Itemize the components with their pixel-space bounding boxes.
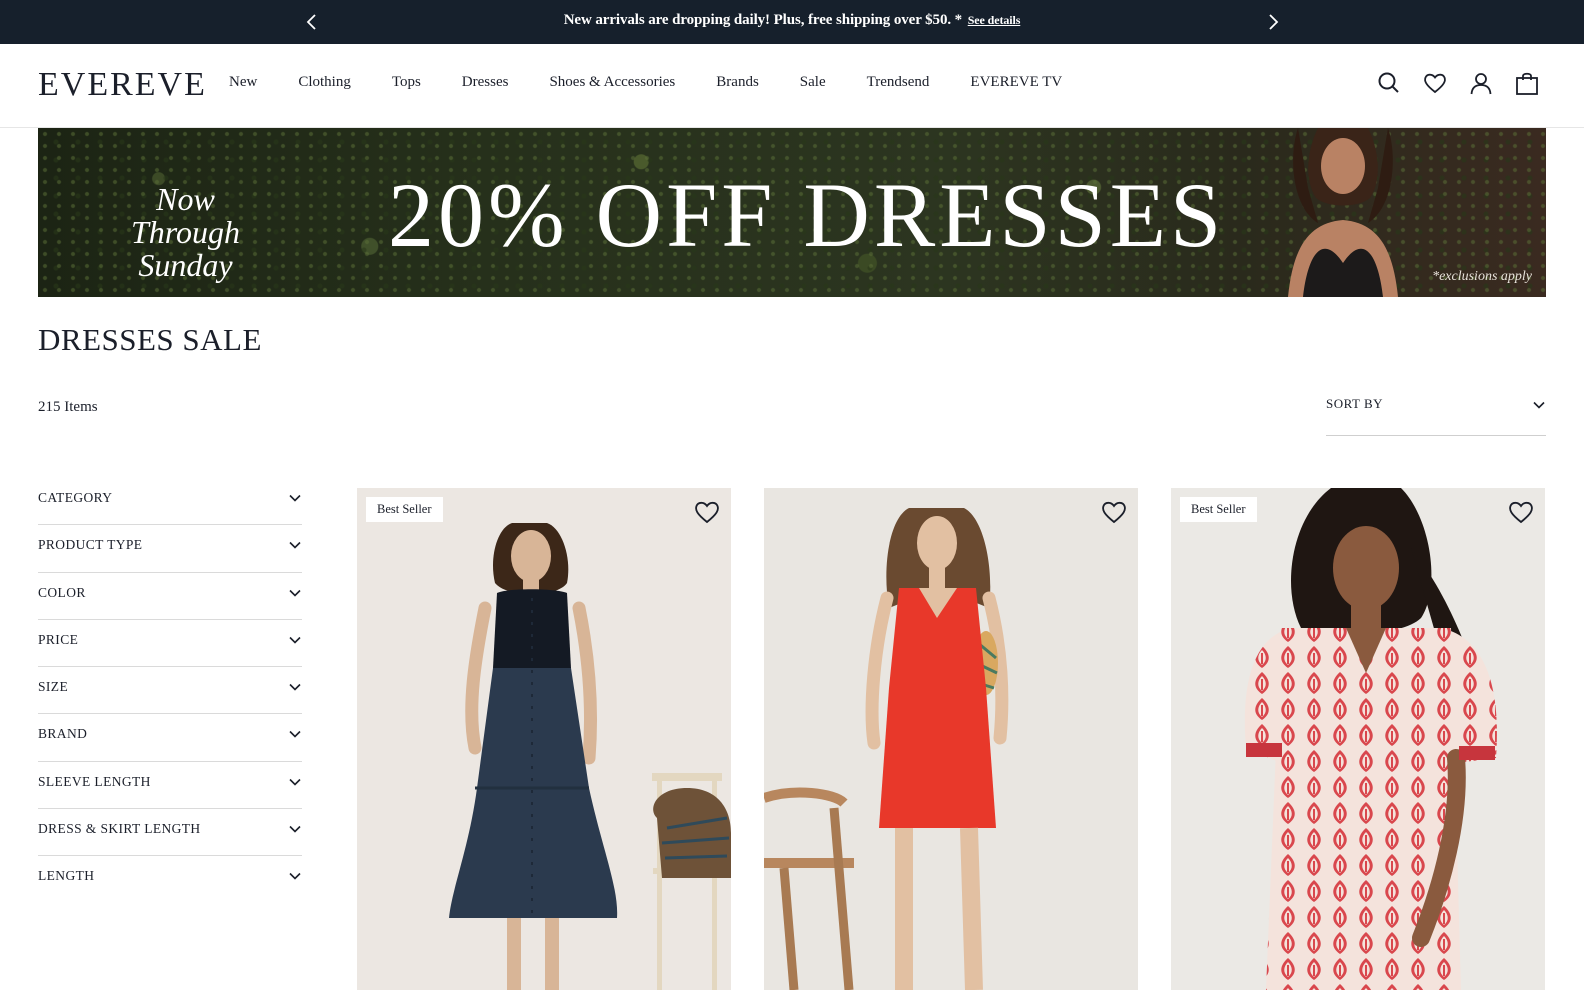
nav-item-shoes-accessories[interactable]: Shoes & Accessories (549, 74, 675, 91)
chevron-down-icon (289, 873, 301, 881)
nav-item-tops[interactable]: Tops (392, 74, 421, 91)
main-nav: New Clothing Tops Dresses Shoes & Access… (229, 74, 1103, 91)
filter-label: BRAND (38, 726, 88, 742)
search-icon[interactable] (1376, 70, 1402, 96)
wishlist-heart-icon[interactable] (693, 498, 721, 526)
filter-sleeve-length[interactable]: SLEEVE LENGTH (38, 762, 302, 810)
chevron-down-icon (289, 589, 301, 597)
filter-price[interactable]: PRICE (38, 620, 302, 668)
filter-color[interactable]: COLOR (38, 573, 302, 620)
page-title: DRESSES SALE (38, 322, 262, 357)
filter-label: SLEEVE LENGTH (38, 773, 151, 789)
banner-headline: 20% OFF DRESSES (388, 164, 1226, 266)
chevron-down-icon (289, 636, 301, 644)
filter-label: PRODUCT TYPE (38, 537, 143, 553)
filter-brand[interactable]: BRAND (38, 714, 302, 762)
banner-tagline-line2: Sunday (138, 247, 233, 283)
heart-icon[interactable] (1422, 70, 1448, 96)
promo-banner[interactable]: Now Through Sunday 20% OFF DRESSES *excl… (38, 128, 1546, 297)
chevron-down-icon (289, 778, 301, 786)
header-icons (1376, 70, 1540, 96)
chevron-down-icon (289, 731, 301, 739)
account-icon[interactable] (1468, 70, 1494, 96)
nav-item-brands[interactable]: Brands (716, 74, 759, 91)
nav-item-dresses[interactable]: Dresses (462, 74, 509, 91)
chevron-right-icon[interactable] (1263, 12, 1283, 32)
chevron-down-icon (289, 826, 301, 833)
nav-item-evereve-tv[interactable]: EVEREVE TV (970, 74, 1062, 91)
nav-item-trendsend[interactable]: Trendsend (867, 74, 930, 91)
announcement-message: New arrivals are dropping daily! Plus, f… (0, 12, 1584, 29)
filter-dress-skirt-length[interactable]: DRESS & SKIRT LENGTH (38, 809, 302, 857)
chevron-down-icon (289, 684, 301, 691)
nav-item-new[interactable]: New (229, 74, 257, 91)
sort-label: SORT BY (1326, 396, 1384, 411)
filter-category[interactable]: CATEGORY (38, 478, 302, 526)
sort-dropdown[interactable]: SORT BY (1326, 396, 1546, 436)
product-card[interactable]: Best Seller (357, 488, 731, 990)
banner-tagline-line1: Now Through (130, 181, 241, 250)
wishlist-heart-icon[interactable] (1100, 498, 1128, 526)
filter-size[interactable]: SIZE (38, 667, 302, 715)
chevron-down-icon (289, 542, 301, 549)
filter-label: LENGTH (38, 868, 95, 884)
logo[interactable]: EVEREVE (38, 66, 207, 104)
filter-label: SIZE (38, 679, 69, 695)
chevron-down-icon (289, 494, 301, 502)
bag-icon[interactable] (1514, 70, 1540, 96)
announcement-text: New arrivals are dropping daily! Plus, f… (563, 12, 963, 28)
banner-exclusions-note: *exclusions apply (1432, 269, 1532, 284)
announcement-bar: New arrivals are dropping daily! Plus, f… (0, 0, 1584, 44)
filter-length[interactable]: LENGTH (38, 856, 302, 903)
product-card[interactable] (764, 488, 1138, 990)
filter-product-type[interactable]: PRODUCT TYPE (38, 525, 302, 573)
banner-model-image (1288, 128, 1398, 297)
filter-label: COLOR (38, 584, 86, 600)
item-count: 215 Items (38, 399, 98, 415)
filter-sidebar: CATEGORY PRODUCT TYPE COLOR PRICE SIZE B… (38, 478, 302, 904)
nav-item-clothing[interactable]: Clothing (298, 74, 351, 91)
filter-label: CATEGORY (38, 490, 113, 505)
filter-label: DRESS & SKIRT LENGTH (38, 821, 201, 837)
product-image (764, 488, 1138, 990)
chevron-down-icon (1533, 401, 1545, 409)
product-card[interactable]: Best Seller (1171, 488, 1545, 990)
nav-item-sale[interactable]: Sale (800, 74, 826, 91)
best-seller-badge: Best Seller (1180, 497, 1257, 522)
site-header: EVEREVE New Clothing Tops Dresses Shoes … (0, 44, 1584, 128)
product-image (357, 488, 731, 990)
banner-tagline: Now Through Sunday (98, 183, 273, 282)
see-details-link[interactable]: See details (968, 13, 1021, 27)
product-image (1171, 488, 1545, 990)
wishlist-heart-icon[interactable] (1507, 498, 1535, 526)
best-seller-badge: Best Seller (366, 497, 443, 522)
filter-label: PRICE (38, 631, 79, 647)
